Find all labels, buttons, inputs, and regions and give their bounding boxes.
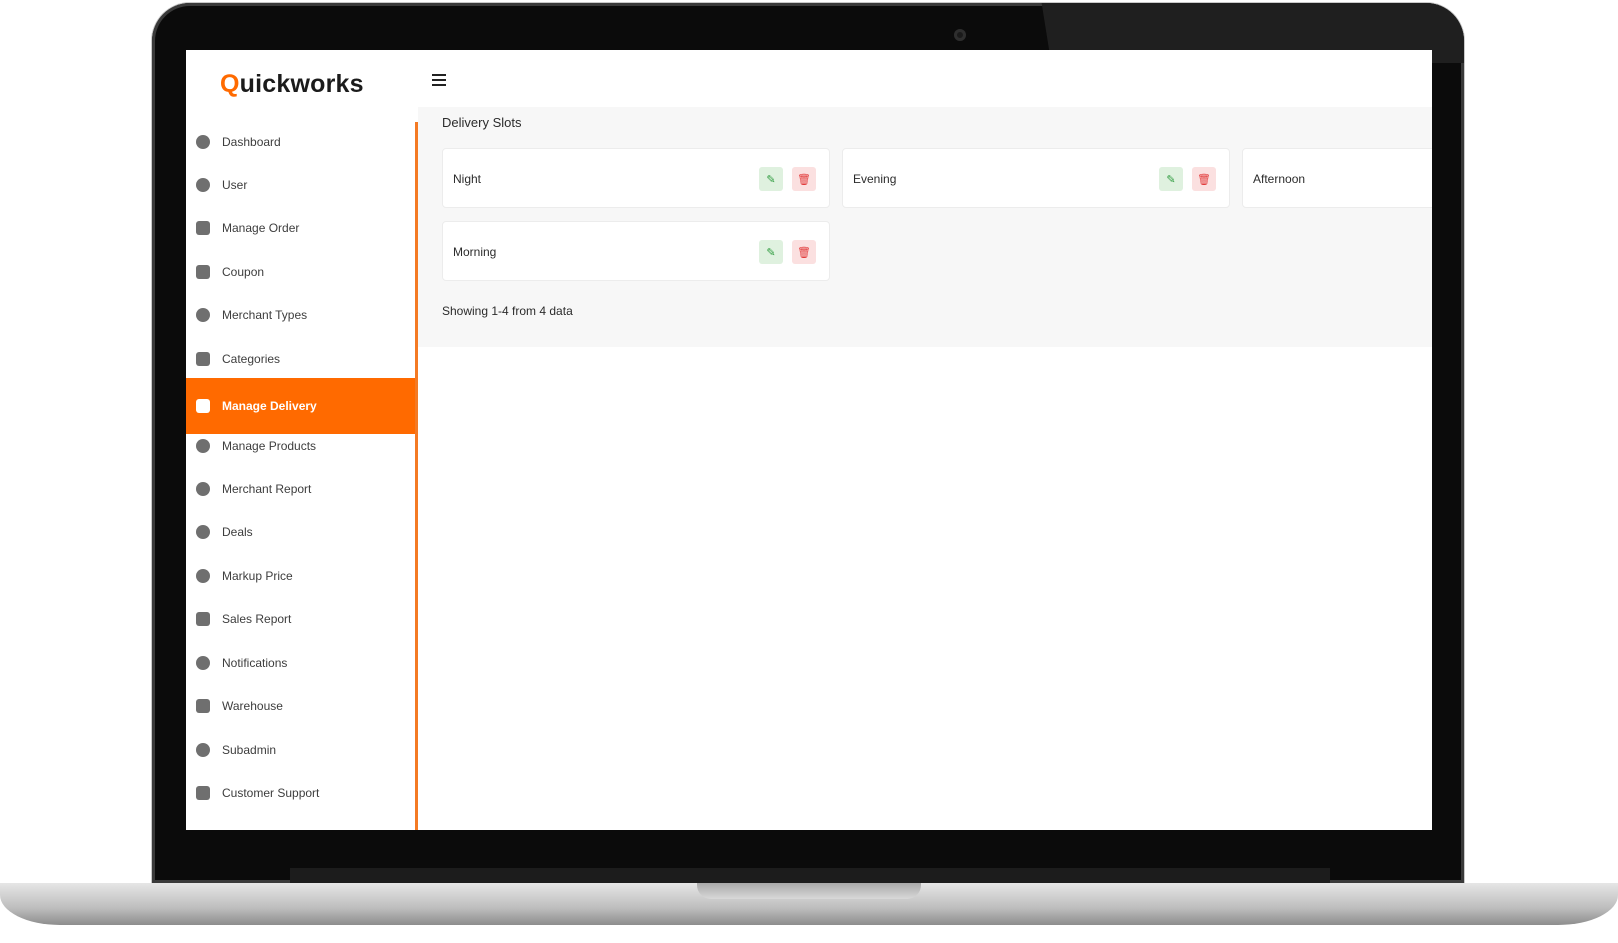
sidebar-item-label: Manage Products: [222, 439, 317, 453]
sidebar-item-label: Deals: [222, 525, 253, 539]
categories-icon: [196, 352, 210, 366]
slot-card-evening: Evening ✎ 🗑: [842, 148, 1230, 208]
sidebar-item-label: Dashboard: [222, 135, 281, 149]
trash-icon: 🗑: [1197, 173, 1211, 186]
sidebar-item-merchant-report[interactable]: Merchant Report: [186, 468, 416, 510]
delete-button[interactable]: 🗑: [792, 240, 816, 264]
slot-name: Evening: [853, 172, 897, 186]
warehouse-icon: [196, 699, 210, 713]
edit-button[interactable]: ✎: [1159, 167, 1183, 191]
sidebar-item-label: Markup Price: [222, 569, 293, 583]
laptop-hinge: [290, 868, 1330, 883]
sidebar-item-label: Warehouse: [222, 699, 283, 713]
slot-name: Afternoon: [1253, 172, 1306, 186]
sidebar-item-warehouse[interactable]: Warehouse: [186, 685, 416, 727]
laptop-notch: [697, 883, 921, 899]
sidebar-item-label: Notifications: [222, 656, 288, 670]
sidebar-item-notifications[interactable]: Notifications: [186, 642, 416, 684]
sidebar-item-label: Sales Report: [222, 612, 292, 626]
tag-icon: [196, 525, 210, 539]
subadmin-icon: [196, 743, 210, 757]
coupon-icon: [196, 265, 210, 279]
user-icon: [196, 178, 210, 192]
sidebar-item-label: Merchant Report: [222, 482, 312, 496]
chart-icon: [196, 612, 210, 626]
sidebar-item-label: Coupon: [222, 265, 265, 279]
delivery-icon: [196, 399, 210, 413]
slot-name: Night: [453, 172, 482, 186]
sidebar-item-subadmin[interactable]: Subadmin: [186, 729, 416, 771]
sidebar-item-customer-support[interactable]: Customer Support: [186, 772, 416, 814]
sidebar-item-label: Merchant Types: [222, 308, 308, 322]
slot-card-night: Night ✎ 🗑: [442, 148, 830, 208]
sidebar-item-label: Subadmin: [222, 743, 277, 757]
merchant-icon: [196, 308, 210, 322]
app-screen: Quickworks Dashboard User Manage Order C…: [186, 50, 1432, 830]
slot-card-morning: Morning ✎ 🗑: [442, 221, 830, 281]
sidebar-item-manage-order[interactable]: Manage Order: [186, 207, 416, 249]
sidebar-item-markup-price[interactable]: Markup Price: [186, 555, 416, 597]
logo-text: uickworks: [239, 70, 364, 98]
sidebar-item-label: Customer Support: [222, 786, 320, 800]
price-tag-icon: [196, 569, 210, 583]
sidebar-item-label: Categories: [222, 352, 281, 366]
sidebar-item-categories[interactable]: Categories: [186, 338, 416, 380]
sidebar-item-user[interactable]: User: [186, 164, 416, 206]
delete-button[interactable]: 🗑: [792, 167, 816, 191]
report-icon: [196, 482, 210, 496]
menu-icon[interactable]: [432, 74, 446, 86]
bell-icon: [196, 656, 210, 670]
sidebar-item-coupon[interactable]: Coupon: [186, 251, 416, 293]
cart-icon: [196, 221, 210, 235]
dashboard-icon: [196, 135, 210, 149]
sidebar-item-deals[interactable]: Deals: [186, 511, 416, 553]
sidebar: Quickworks Dashboard User Manage Order C…: [186, 50, 416, 830]
sidebar-item-label: Manage Delivery: [222, 399, 317, 413]
pencil-icon: ✎: [766, 246, 776, 259]
support-icon: [196, 786, 210, 800]
trash-icon: 🗑: [797, 246, 811, 259]
pagination-info: Showing 1-4 from 4 data: [442, 304, 573, 318]
logo-q: Q: [220, 70, 240, 98]
sidebar-item-label: User: [222, 178, 248, 192]
sidebar-item-merchant-types[interactable]: Merchant Types: [186, 294, 416, 336]
edit-button[interactable]: ✎: [759, 240, 783, 264]
page-title: Delivery Slots: [442, 115, 522, 130]
sidebar-item-manage-products[interactable]: Manage Products: [186, 425, 416, 467]
slot-card-afternoon: Afternoon: [1242, 148, 1432, 208]
sidebar-item-sales-report[interactable]: Sales Report: [186, 598, 416, 640]
pencil-icon: ✎: [766, 173, 776, 186]
trash-icon: 🗑: [797, 173, 811, 186]
products-icon: [196, 439, 210, 453]
top-bar: [418, 50, 1432, 108]
app-logo[interactable]: Quickworks: [220, 70, 364, 99]
delete-button[interactable]: 🗑: [1192, 167, 1216, 191]
sidebar-item-label: Manage Order: [222, 221, 300, 235]
sidebar-item-dashboard[interactable]: Dashboard: [186, 121, 416, 163]
camera-icon: [954, 29, 966, 41]
slot-name: Morning: [453, 245, 497, 259]
pencil-icon: ✎: [1166, 173, 1176, 186]
edit-button[interactable]: ✎: [759, 167, 783, 191]
